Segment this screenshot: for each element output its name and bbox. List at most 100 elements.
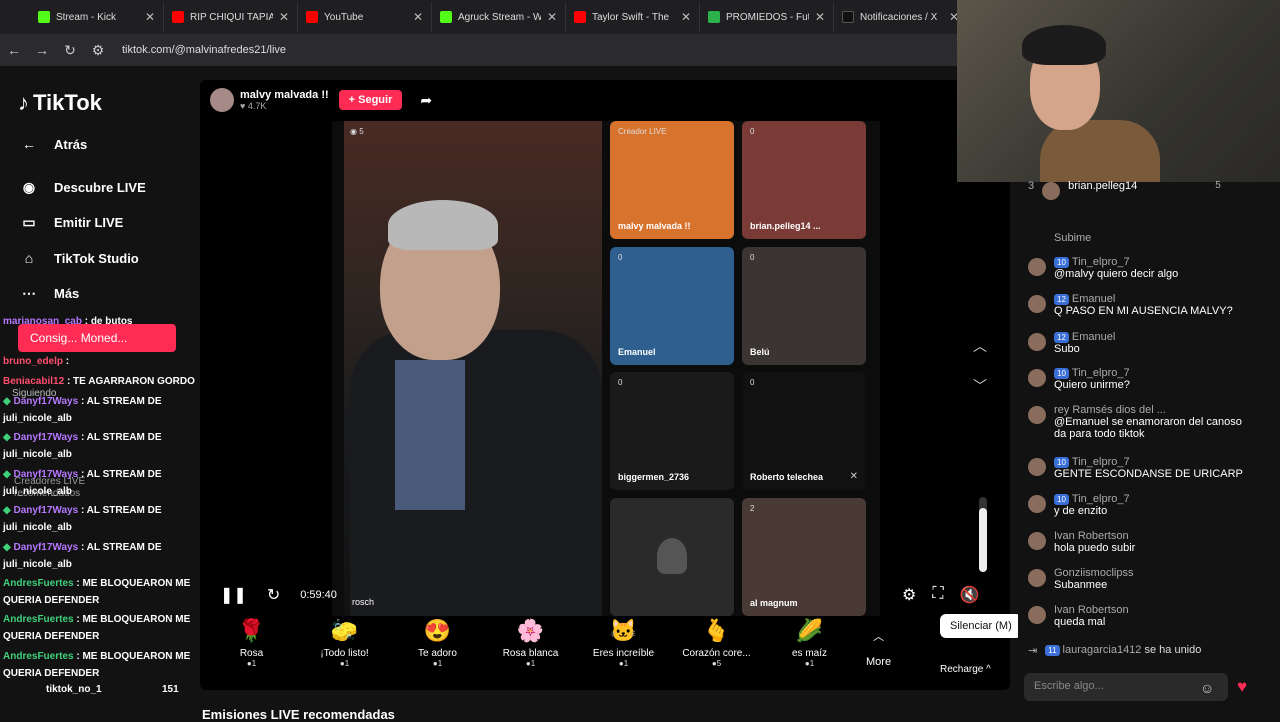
overlay-user-row: tiktok_no_1: [46, 684, 102, 695]
arrow-left-icon: ←: [22, 136, 36, 152]
browser-tab[interactable]: Stream - Kick ✕: [30, 2, 164, 32]
eye-icon: ◉: [350, 127, 357, 136]
pause-icon[interactable]: ❚❚: [220, 585, 247, 605]
overlay-chat-line: AndresFuertes : ME BLOQUEARON ME: [3, 614, 191, 625]
overlay-chat-line: QUERIA DEFENDER: [3, 631, 100, 642]
browser-tab[interactable]: PROMIEDOS - Fut ✕: [700, 2, 834, 32]
sponge-icon: 🧽: [330, 618, 359, 643]
volume-fill: [979, 508, 987, 572]
coin-button[interactable]: Consig... Moned...: [18, 324, 176, 352]
overlay-chat-line: ◆ Danyf17Ways : AL STREAM DE: [3, 505, 162, 516]
overlay-chat-line: juli_nicole_alb: [3, 559, 72, 570]
close-tab-icon[interactable]: ✕: [815, 10, 825, 24]
overlay-user-count: 151: [162, 684, 179, 695]
avatar: [1028, 369, 1046, 387]
guest-shirt: [395, 360, 465, 510]
host-info: malvy malvada !! ♥ 4.7K + Seguir ➦: [210, 88, 432, 112]
refresh-icon[interactable]: ↻: [267, 585, 280, 605]
url-field[interactable]: tiktok.com/@malvinafredes21/live: [122, 44, 286, 56]
person-placeholder-icon: [657, 538, 687, 574]
more-gifts-button[interactable]: ︿ More: [866, 628, 891, 690]
close-tab-icon[interactable]: ✕: [145, 10, 155, 24]
follow-button[interactable]: + Seguir: [338, 90, 403, 110]
guest-tile[interactable]: 2 al magnum: [742, 498, 866, 616]
guest-hair: [388, 200, 498, 250]
guest-tile[interactable]: 0 Emanuel: [610, 247, 734, 365]
guest-tile[interactable]: 0 Belú: [742, 247, 866, 365]
chat-message: 10 Tin_elpro_7 y de enzito: [1028, 493, 1254, 517]
chat-message: Ivan Robertson hola puedo subir: [1028, 530, 1254, 554]
avatar: [1028, 406, 1046, 424]
chevron-up-icon[interactable]: ︿: [973, 336, 987, 356]
chat-message: Ivan Robertson queda mal: [1028, 604, 1254, 628]
heart-icon: ♥: [240, 101, 246, 111]
overlay-chat-line: juli_nicole_alb: [3, 413, 72, 424]
sidebar-item-discover-live[interactable]: ◉ Descubre LIVE: [18, 179, 146, 196]
close-tab-icon[interactable]: ✕: [413, 10, 423, 24]
overlay-chat-line: bruno_edelp :: [3, 356, 70, 367]
sidebar-item-more[interactable]: ⋯ Más: [18, 285, 79, 302]
studio-icon: ⌂: [24, 250, 34, 266]
chat-input[interactable]: Escribe algo...: [1024, 673, 1228, 701]
finger-heart-icon: 🫰: [702, 618, 731, 643]
forward-icon[interactable]: →: [28, 42, 56, 58]
fullscreen-icon[interactable]: ⛶: [932, 585, 943, 605]
back-icon[interactable]: ←: [0, 42, 28, 58]
main-guest-label: rosch: [352, 597, 375, 607]
empty-guest-slot[interactable]: [610, 498, 734, 616]
overlay-chat-line: ◆ Danyf17Ways : AL STREAM DE: [3, 396, 162, 407]
sidebar-item-studio[interactable]: ⌂ TikTok Studio: [18, 250, 139, 266]
tiktok-note-icon: ♪: [18, 90, 29, 115]
gift-item[interactable]: 🌽 es maíz ●1: [763, 618, 856, 690]
like-heart-icon[interactable]: ♥: [1237, 677, 1247, 697]
close-tab-icon[interactable]: ✕: [681, 10, 691, 24]
chat-message: 12 Emanuel Q PASO EN MI AUSENCIA MALVY?: [1028, 293, 1254, 317]
browser-tab[interactable]: Notificaciones / X ✕: [834, 2, 968, 32]
tiktok-logo[interactable]: ♪ TikTok: [18, 90, 102, 116]
guest-tile[interactable]: 0 brian.pelleg14 ...: [742, 121, 866, 239]
camera-icon: ▭: [22, 214, 36, 230]
guest-tile[interactable]: 0 biggermen_2736: [610, 372, 734, 490]
guest-tile[interactable]: Creador LIVE malvy malvada !!: [610, 121, 734, 239]
gift-item[interactable]: 🌸 Rosa blanca ●1: [484, 618, 577, 690]
join-icon: ⇥: [1028, 645, 1038, 657]
gift-item[interactable]: 🐱 Eres increíble ●1: [577, 618, 670, 690]
emoji-icon[interactable]: ☺: [1200, 680, 1214, 696]
close-tab-icon[interactable]: ✕: [279, 10, 289, 24]
heart-eyes-icon: 😍: [423, 618, 452, 643]
browser-tab[interactable]: Agruck Stream - W ✕: [432, 2, 566, 32]
gift-item[interactable]: 🫰 Corazón core... ●5: [670, 618, 763, 690]
sidebar-item-go-live[interactable]: ▭ Emitir LIVE: [18, 214, 123, 231]
host-avatar[interactable]: [210, 88, 234, 112]
settings-icon[interactable]: ⚙: [902, 585, 916, 605]
chevron-down-icon[interactable]: ﹀: [973, 376, 987, 396]
host-name[interactable]: malvy malvada !!: [240, 89, 329, 101]
site-settings-icon[interactable]: ⚙: [84, 42, 112, 59]
gift-item[interactable]: 🌹 Rosa ●1: [205, 618, 298, 690]
chat-top-contributor: 3 brian.pelleg14 5: [1028, 180, 1221, 200]
avatar: [1028, 606, 1046, 624]
overlay-chat-line: AndresFuertes : ME BLOQUEARON ME: [3, 578, 191, 589]
mute-icon[interactable]: 🔇: [960, 585, 980, 605]
chat-message: 10 Tin_elpro_7 Quiero unirme?: [1028, 367, 1254, 391]
close-tab-icon[interactable]: ✕: [547, 10, 557, 24]
overlay-chat-line: QUERIA DEFENDER: [3, 668, 100, 679]
reload-icon[interactable]: ↻: [56, 42, 84, 59]
browser-tab[interactable]: RIP CHIQUI TAPIA ✕: [164, 2, 298, 32]
kick-icon: [440, 11, 452, 23]
sidebar-item-back[interactable]: ← Atrás: [18, 136, 87, 152]
gift-item[interactable]: 😍 Te adoro ●1: [391, 618, 484, 690]
gift-item[interactable]: 🧽 ¡Todo listo! ●1: [298, 618, 391, 690]
recharge-button[interactable]: Recharge ^: [940, 664, 991, 675]
avatar: [1028, 532, 1046, 550]
avatar: [1028, 495, 1046, 513]
share-icon[interactable]: ➦: [420, 92, 432, 109]
volume-slider[interactable]: [979, 497, 987, 572]
guest-jacket: [350, 330, 602, 616]
overlay-chat-line: QUERIA DEFENDER: [3, 595, 100, 606]
browser-tab[interactable]: YouTube ✕: [298, 2, 432, 32]
white-rose-icon: 🌸: [516, 618, 545, 643]
browser-tab[interactable]: Taylor Swift - The ✕: [566, 2, 700, 32]
guest-tile[interactable]: 0 Roberto telechea ✕: [742, 372, 866, 490]
avatar: [1028, 569, 1046, 587]
